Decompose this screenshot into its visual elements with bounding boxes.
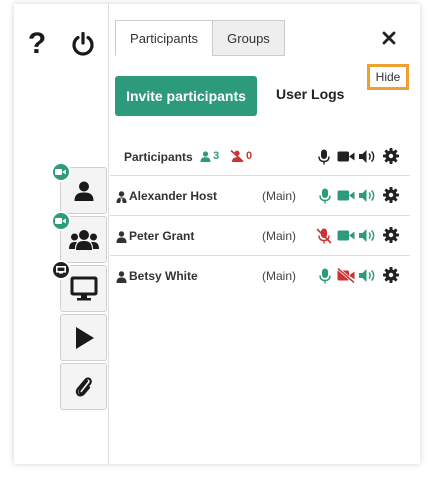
user-icon xyxy=(116,270,127,288)
group-button[interactable] xyxy=(51,211,107,263)
camera-on-icon[interactable] xyxy=(337,189,355,202)
speaker-all-icon[interactable] xyxy=(358,149,376,164)
tab-groups[interactable]: Groups xyxy=(212,20,285,56)
user-icon xyxy=(74,181,93,201)
monitor-icon xyxy=(70,276,97,300)
camera-off-icon[interactable] xyxy=(337,268,356,283)
play-icon xyxy=(75,326,94,349)
online-count-value: 3 xyxy=(213,150,220,162)
power-icon[interactable] xyxy=(70,30,96,58)
settings-all-icon[interactable] xyxy=(383,148,399,164)
user-online-icon xyxy=(200,150,211,162)
user-offline-icon xyxy=(230,150,244,162)
host-icon xyxy=(116,190,127,208)
user-logs-link[interactable]: User Logs xyxy=(276,86,344,102)
offline-count: 0 xyxy=(230,150,252,162)
participant-name: Peter Grant xyxy=(129,229,195,243)
play-button[interactable] xyxy=(60,314,107,361)
paperclip-icon xyxy=(75,376,92,397)
screen-badge-icon xyxy=(51,260,71,280)
mic-muted-icon[interactable] xyxy=(316,228,332,244)
mic-on-icon[interactable] xyxy=(319,268,331,284)
online-count: 3 xyxy=(200,150,219,162)
camera-all-icon[interactable] xyxy=(337,150,355,163)
screenshare-button[interactable] xyxy=(51,260,107,312)
speaker-on-icon[interactable] xyxy=(358,228,376,243)
participant-settings-icon[interactable] xyxy=(383,187,399,203)
user-icon xyxy=(116,230,127,248)
tab-participants[interactable]: Participants xyxy=(115,20,213,56)
participant-row: Peter Grant (Main) xyxy=(110,215,410,255)
help-icon[interactable]: ? xyxy=(24,27,50,60)
mic-on-icon[interactable] xyxy=(319,188,331,204)
participant-name: Betsy White xyxy=(129,269,198,283)
participants-header: Participants xyxy=(124,150,193,164)
close-icon[interactable] xyxy=(381,30,397,46)
mic-all-icon[interactable] xyxy=(318,149,330,165)
video-badge-icon xyxy=(51,211,71,231)
speaker-on-icon[interactable] xyxy=(358,268,376,283)
video-badge-icon xyxy=(51,162,71,182)
hide-button[interactable]: Hide xyxy=(367,64,409,90)
participant-row: Betsy White (Main) xyxy=(110,255,410,295)
participant-room: (Main) xyxy=(262,269,297,283)
group-icon xyxy=(68,229,99,250)
attachment-button[interactable] xyxy=(60,363,107,410)
participant-room: (Main) xyxy=(262,189,297,203)
user-button[interactable] xyxy=(51,162,107,214)
app-window: ? Participants Groups Hide Invite partic… xyxy=(14,4,420,464)
invite-participants-button[interactable]: Invite participants xyxy=(115,76,257,116)
offline-count-value: 0 xyxy=(246,150,253,162)
speaker-on-icon[interactable] xyxy=(358,188,376,203)
participant-settings-icon[interactable] xyxy=(383,227,399,243)
participant-row: Alexander Host (Main) xyxy=(110,175,410,215)
left-rail: ? xyxy=(14,4,109,464)
participant-name: Alexander Host xyxy=(129,189,218,203)
participant-room: (Main) xyxy=(262,229,297,243)
camera-on-icon[interactable] xyxy=(337,229,355,242)
participant-settings-icon[interactable] xyxy=(383,267,399,283)
